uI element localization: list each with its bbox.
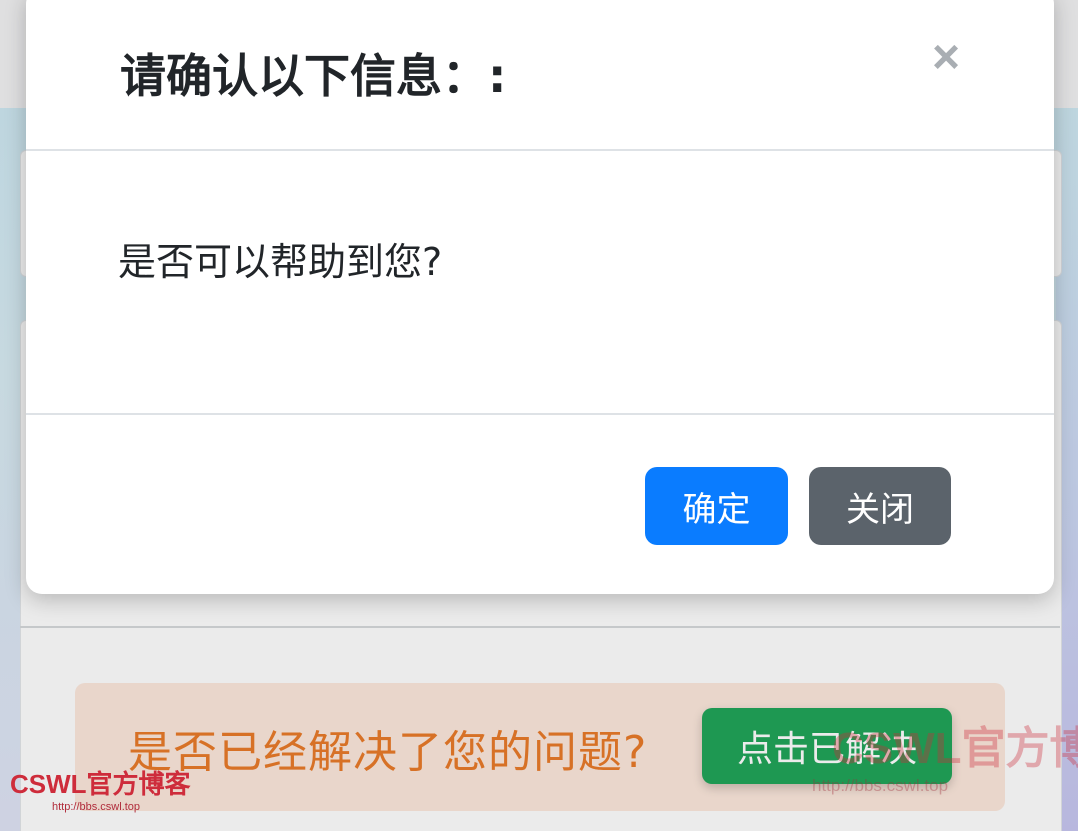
dialog-body: 是否可以帮助到您? [26, 151, 1054, 415]
dialog-footer: 确定 关闭 [26, 415, 1054, 594]
dialog-header: 请确认以下信息：: × [26, 0, 1054, 151]
close-button[interactable]: 关闭 [809, 467, 951, 545]
confirm-button[interactable]: 确定 [645, 467, 788, 545]
dialog-message: 是否可以帮助到您? [118, 240, 443, 284]
confirm-dialog: 请确认以下信息：: × 是否可以帮助到您? 确定 关闭 [26, 0, 1054, 594]
close-icon[interactable]: × [924, 34, 968, 82]
dialog-title: 请确认以下信息：: [120, 49, 507, 103]
